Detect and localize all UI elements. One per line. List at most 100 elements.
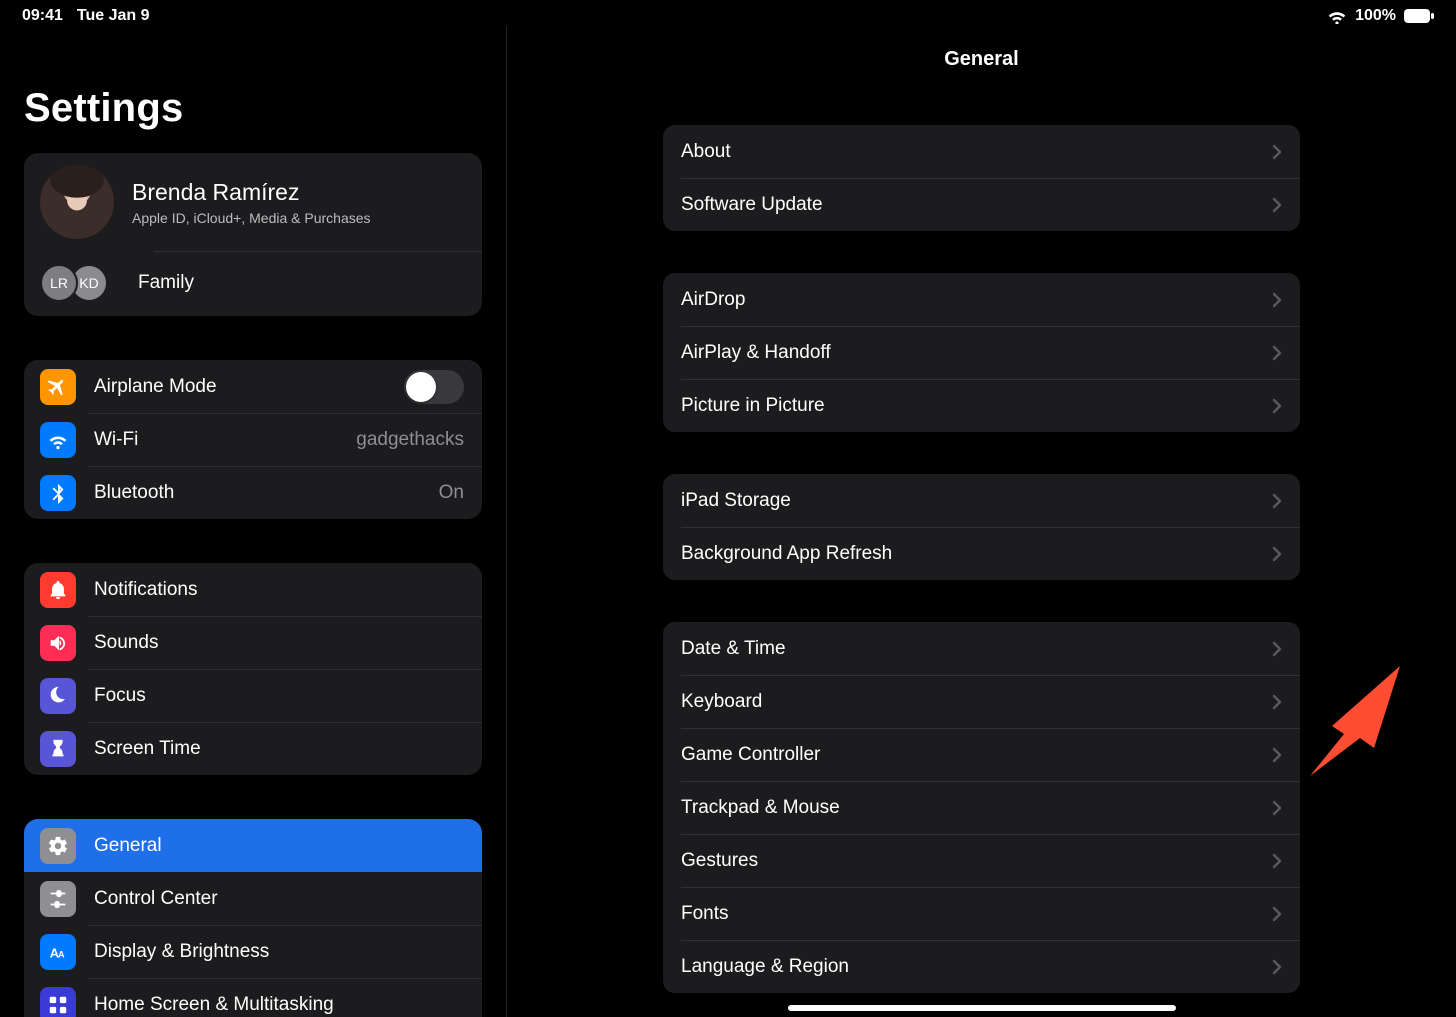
- row-label: AirPlay & Handoff: [681, 342, 1272, 364]
- chevron-right-icon: [1272, 694, 1282, 710]
- sidebar-item-label: General: [94, 835, 464, 857]
- family-avatar: LR: [40, 264, 78, 302]
- account-card[interactable]: Brenda Ramírez Apple ID, iCloud+, Media …: [24, 153, 482, 316]
- row-fonts[interactable]: Fonts: [663, 887, 1300, 940]
- chevron-right-icon: [1272, 959, 1282, 975]
- row-background-app-refresh[interactable]: Background App Refresh: [663, 527, 1300, 580]
- bluetooth-value: On: [439, 482, 464, 504]
- account-name: Brenda Ramírez: [132, 179, 371, 206]
- chevron-right-icon: [1272, 398, 1282, 414]
- sidebar-item-label: Home Screen & Multitasking: [94, 994, 464, 1016]
- row-airdrop[interactable]: AirDrop: [663, 273, 1300, 326]
- airplane-icon: [40, 369, 76, 405]
- chevron-right-icon: [1272, 493, 1282, 509]
- text-size-icon: AA: [40, 934, 76, 970]
- detail-title: General: [507, 48, 1456, 71]
- wifi-value: gadgethacks: [356, 429, 464, 451]
- row-label: Fonts: [681, 903, 1272, 925]
- chevron-right-icon: [1272, 641, 1282, 657]
- row-label: Software Update: [681, 194, 1272, 216]
- sidebar-item-controlcenter[interactable]: Control Center: [24, 872, 482, 925]
- sidebar-item-label: Wi-Fi: [94, 429, 338, 451]
- sidebar-item-focus[interactable]: Focus: [24, 669, 482, 722]
- row-picture-in-picture[interactable]: Picture in Picture: [663, 379, 1300, 432]
- detail-pane: General About Software Update AirDrop AirPl…: [507, 26, 1456, 1017]
- status-time: 09:41: [22, 7, 63, 25]
- moon-icon: [40, 678, 76, 714]
- sidebar-item-label: Focus: [94, 685, 464, 707]
- family-row[interactable]: LR KD Family: [24, 252, 482, 316]
- grid-icon: [40, 987, 76, 1017]
- network-group: Airplane Mode Wi-Fi gadgethacks Bluetoot…: [24, 360, 482, 519]
- chevron-right-icon: [1272, 197, 1282, 213]
- bell-icon: [40, 572, 76, 608]
- row-airplay-handoff[interactable]: AirPlay & Handoff: [663, 326, 1300, 379]
- notify-group: Notifications Sounds Focus Screen Time: [24, 563, 482, 775]
- sidebar-item-label: Control Center: [94, 888, 464, 910]
- account-subtitle: Apple ID, iCloud+, Media & Purchases: [132, 210, 371, 226]
- sidebar-item-notifications[interactable]: Notifications: [24, 563, 482, 616]
- sidebar-item-screentime[interactable]: Screen Time: [24, 722, 482, 775]
- row-label: Game Controller: [681, 744, 1272, 766]
- sidebar-item-label: Bluetooth: [94, 482, 421, 504]
- sidebar-item-sounds[interactable]: Sounds: [24, 616, 482, 669]
- battery-pct: 100%: [1355, 7, 1396, 25]
- chevron-right-icon: [1272, 144, 1282, 160]
- general-group: General Control Center AA Display & Brig…: [24, 819, 482, 1017]
- settings-group: iPad Storage Background App Refresh: [663, 474, 1300, 580]
- sidebar-item-homescreen[interactable]: Home Screen & Multitasking: [24, 978, 482, 1017]
- chevron-right-icon: [1272, 345, 1282, 361]
- sidebar-item-label: Screen Time: [94, 738, 464, 760]
- sidebar-item-label: Airplane Mode: [94, 376, 386, 398]
- row-label: iPad Storage: [681, 490, 1272, 512]
- chevron-right-icon: [1272, 906, 1282, 922]
- gear-icon: [40, 828, 76, 864]
- sidebar-item-wifi[interactable]: Wi-Fi gadgethacks: [24, 413, 482, 466]
- sidebar-item-label: Sounds: [94, 632, 464, 654]
- chevron-right-icon: [1272, 747, 1282, 763]
- row-gestures[interactable]: Gestures: [663, 834, 1300, 887]
- row-label: Trackpad & Mouse: [681, 797, 1272, 819]
- chevron-right-icon: [1272, 853, 1282, 869]
- status-bar: 09:41 Tue Jan 9 100%: [0, 0, 1456, 26]
- airplane-toggle[interactable]: [404, 370, 464, 404]
- sidebar-item-label: Display & Brightness: [94, 941, 464, 963]
- sidebar-item-label: Notifications: [94, 579, 464, 601]
- row-label: Background App Refresh: [681, 543, 1272, 565]
- status-date: Tue Jan 9: [77, 7, 150, 25]
- row-label: Gestures: [681, 850, 1272, 872]
- chevron-right-icon: [1272, 292, 1282, 308]
- row-about[interactable]: About: [663, 125, 1300, 178]
- row-ipad-storage[interactable]: iPad Storage: [663, 474, 1300, 527]
- bluetooth-icon: [40, 475, 76, 511]
- row-label: Language & Region: [681, 956, 1272, 978]
- settings-group: Date & Time Keyboard Game Controller Trackp…: [663, 622, 1300, 993]
- wifi-icon: [1327, 8, 1347, 24]
- row-keyboard[interactable]: Keyboard: [663, 675, 1300, 728]
- svg-text:A: A: [58, 949, 65, 959]
- avatar: [40, 165, 114, 239]
- row-label: About: [681, 141, 1272, 163]
- row-label: AirDrop: [681, 289, 1272, 311]
- page-title: Settings: [24, 86, 482, 131]
- chevron-right-icon: [1272, 800, 1282, 816]
- hourglass-icon: [40, 731, 76, 767]
- row-trackpad-mouse[interactable]: Trackpad & Mouse: [663, 781, 1300, 834]
- row-label: Date & Time: [681, 638, 1272, 660]
- row-game-controller[interactable]: Game Controller: [663, 728, 1300, 781]
- sidebar-item-display[interactable]: AA Display & Brightness: [24, 925, 482, 978]
- settings-sidebar: Settings Brenda Ramírez Apple ID, iCloud…: [0, 26, 507, 1017]
- family-label: Family: [138, 272, 466, 294]
- row-software-update[interactable]: Software Update: [663, 178, 1300, 231]
- speaker-icon: [40, 625, 76, 661]
- sidebar-item-general[interactable]: General: [24, 819, 482, 872]
- sidebar-item-bluetooth[interactable]: Bluetooth On: [24, 466, 482, 519]
- row-language-region[interactable]: Language & Region: [663, 940, 1300, 993]
- row-date-time[interactable]: Date & Time: [663, 622, 1300, 675]
- row-label: Picture in Picture: [681, 395, 1272, 417]
- sidebar-item-airplane[interactable]: Airplane Mode: [24, 360, 482, 413]
- chevron-right-icon: [1272, 546, 1282, 562]
- row-label: Keyboard: [681, 691, 1272, 713]
- settings-group: AirDrop AirPlay & Handoff Picture in Pictu…: [663, 273, 1300, 432]
- family-avatars: LR KD: [40, 264, 112, 302]
